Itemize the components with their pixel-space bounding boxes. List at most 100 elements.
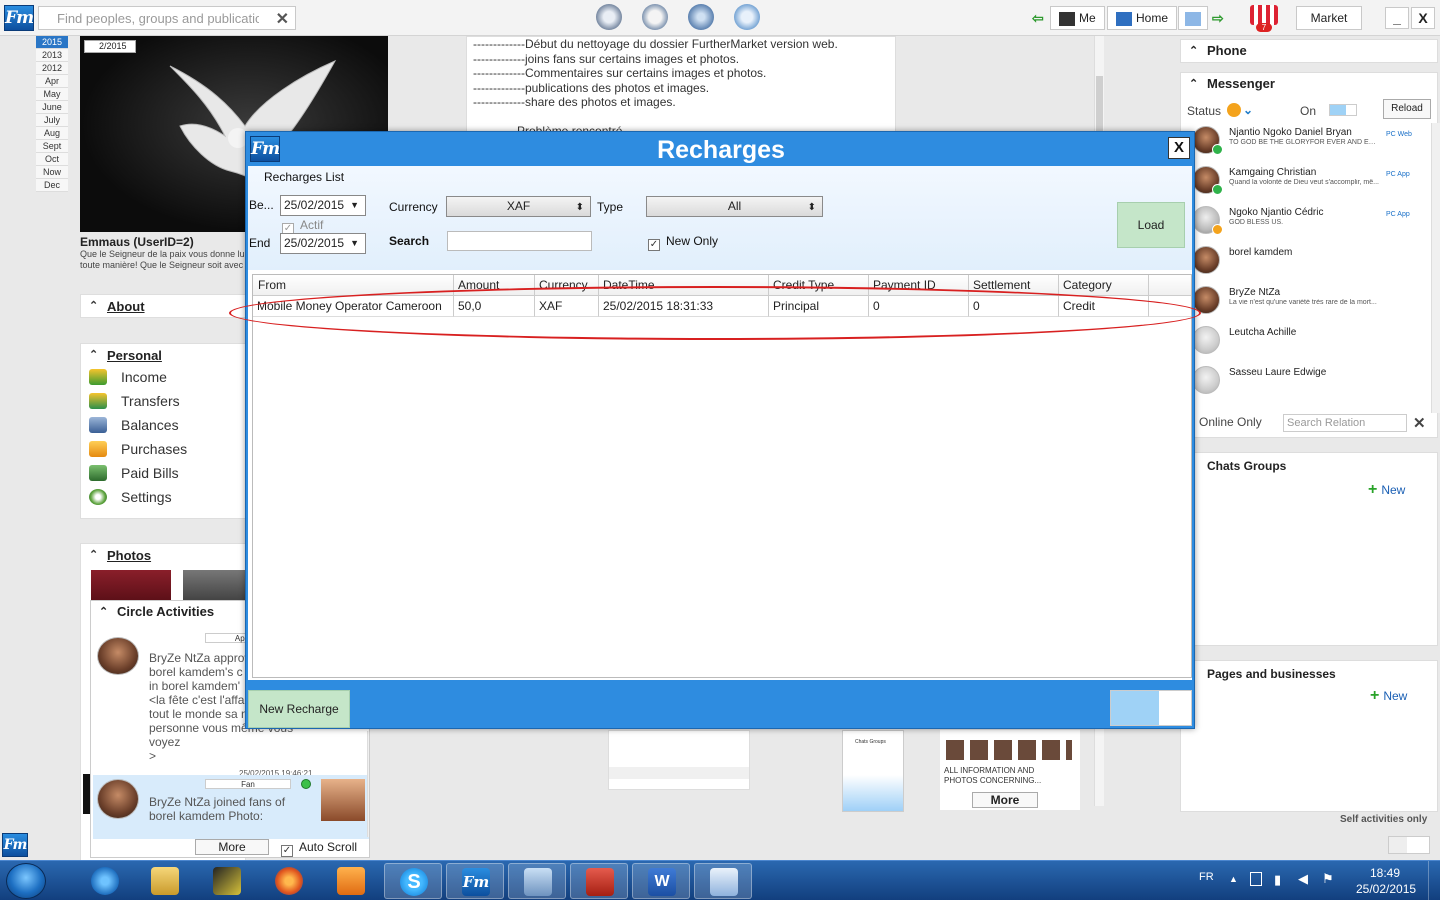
sync-button[interactable] — [1178, 6, 1208, 30]
contact-item[interactable]: BryZe NtZa La vie n'est qu'une variété tr… — [1192, 286, 1432, 326]
collapse-icon[interactable]: ⌃ — [89, 299, 98, 312]
column-header-settlement[interactable]: Settlement — [969, 275, 1059, 296]
status-dropdown-icon[interactable]: ⌄ — [1243, 103, 1253, 117]
search-relation-input[interactable]: Search Relation — [1283, 414, 1407, 432]
activities-scrollbar[interactable] — [367, 731, 369, 837]
taskbar-app-furthermarket[interactable]: Fm — [446, 863, 504, 899]
menu-item-paid-bills[interactable]: Paid Bills — [81, 461, 245, 485]
new-chat-group-link[interactable]: + New — [1368, 481, 1405, 499]
column-header-datetime[interactable]: DateTime — [599, 275, 769, 296]
photos-header[interactable]: ⌃ Photos — [81, 548, 245, 563]
app-logo[interactable]: Fm — [4, 5, 34, 31]
personal-header[interactable]: ⌃ Personal — [81, 348, 245, 363]
new-recharge-button[interactable]: New Recharge — [248, 690, 350, 728]
new-only-checkbox[interactable]: ✓ New Only — [648, 234, 718, 251]
skype-status-icon[interactable] — [596, 4, 622, 30]
volume-icon[interactable]: ◀ — [1298, 871, 1308, 887]
menu-item-transfers[interactable]: Transfers — [81, 389, 245, 413]
timeline-item[interactable]: Apr — [36, 75, 68, 88]
taskbar-app-skype[interactable]: S — [384, 863, 442, 899]
activity-photo-thumbnail[interactable] — [321, 779, 365, 821]
dialog-toggle[interactable] — [1110, 690, 1192, 726]
start-button[interactable] — [6, 863, 46, 899]
forward-arrow-icon[interactable]: ⇨ — [1212, 10, 1224, 27]
column-header-amount[interactable]: Amount — [454, 275, 535, 296]
market-button[interactable]: Market — [1296, 6, 1362, 30]
show-desktop-button[interactable] — [1428, 861, 1440, 900]
back-arrow-icon[interactable]: ⇦ — [1032, 10, 1044, 27]
action-center-flag-icon[interactable]: ⚑ — [1322, 871, 1334, 887]
activity-avatar[interactable] — [97, 779, 139, 819]
activities-more-button[interactable]: More — [195, 839, 269, 855]
column-header-payment-id[interactable]: Payment ID — [869, 275, 969, 296]
globe-icon[interactable] — [642, 4, 668, 30]
clock-time[interactable]: 18:49 — [1370, 866, 1400, 880]
contact-item[interactable]: Leutcha Achille — [1192, 326, 1432, 366]
new-page-link[interactable]: + New — [1370, 687, 1407, 705]
currency-select[interactable]: XAF ⬍ — [446, 196, 591, 217]
close-window-button[interactable]: X — [1411, 7, 1435, 29]
timeline-item[interactable]: May — [36, 88, 68, 101]
contact-item[interactable]: Kamgaing Christian Quand la volonté de Di… — [1192, 166, 1432, 206]
timeline-item[interactable]: 2012 — [36, 62, 68, 75]
info-more-button[interactable]: More — [972, 792, 1038, 808]
photo-strip[interactable] — [946, 740, 1072, 760]
collapse-icon[interactable]: ⌃ — [1189, 73, 1198, 95]
dialog-close-button[interactable]: X — [1168, 137, 1190, 159]
timeline-item[interactable]: Aug — [36, 127, 68, 140]
menu-item-balances[interactable]: Balances — [81, 413, 245, 437]
chats-groups-thumbnail[interactable]: Chats Groups — [842, 730, 904, 812]
minimize-button[interactable]: _ — [1385, 7, 1409, 29]
photo-thumbnail[interactable] — [91, 570, 171, 600]
messenger-header[interactable]: ⌃ Messenger — [1181, 73, 1437, 95]
timeline-item[interactable]: Sept — [36, 140, 68, 153]
collapse-icon[interactable]: ⌃ — [89, 548, 98, 561]
online-only-checkbox[interactable]: Online Only — [1183, 415, 1262, 429]
timeline-item[interactable]: Now — [36, 166, 68, 179]
column-header-from[interactable]: From — [253, 275, 454, 296]
load-button[interactable]: Load — [1117, 202, 1185, 248]
table-row[interactable]: Mobile Money Operator Cameroon 50,0 XAF … — [253, 296, 1191, 317]
contact-item[interactable]: Ngoko Njantio Cédric GOD BLESS US. PC App — [1192, 206, 1432, 246]
me-button[interactable]: Me — [1050, 6, 1105, 30]
taskbar-app-media[interactable] — [322, 863, 380, 899]
type-select[interactable]: All ⬍ — [646, 196, 823, 217]
away-status-icon[interactable] — [1227, 103, 1241, 117]
menu-item-income[interactable]: Income — [81, 365, 245, 389]
contact-item[interactable]: Sasseu Laure Edwige — [1192, 366, 1432, 406]
taskbar-app-tool[interactable] — [198, 863, 256, 899]
taskbar-app-firefox[interactable] — [260, 863, 318, 899]
timeline-item[interactable]: 2015 — [36, 36, 68, 49]
taskbar-app-explorer[interactable] — [136, 863, 194, 899]
begin-date-picker[interactable]: 25/02/2015 ▼ — [280, 195, 366, 216]
column-header-currency[interactable]: Currency — [535, 275, 599, 296]
collapse-icon[interactable]: ⌃ — [89, 348, 98, 361]
status-toggle[interactable] — [1329, 104, 1357, 116]
tray-expand-icon[interactable]: ▲ — [1229, 874, 1238, 884]
battery-icon[interactable] — [1250, 872, 1262, 886]
taskbar-app-control-panel[interactable] — [508, 863, 566, 899]
clear-relation-search-icon[interactable]: ✕ — [1413, 414, 1426, 432]
cart-icon[interactable]: 7 — [1248, 3, 1280, 33]
timeline-item[interactable]: July — [36, 114, 68, 127]
contacts-icon[interactable] — [688, 4, 714, 30]
chat-icon[interactable] — [734, 4, 760, 30]
column-header-credit-type[interactable]: Credit Type — [769, 275, 869, 296]
home-button[interactable]: Home — [1107, 6, 1178, 30]
timeline-item[interactable]: 2013 — [36, 49, 68, 62]
language-indicator[interactable]: FR — [1199, 871, 1214, 883]
taskbar-app-snipping[interactable] — [694, 863, 752, 899]
collapse-icon[interactable]: ⌃ — [1189, 40, 1198, 62]
timeline-item[interactable]: Dec — [36, 179, 68, 192]
contacts-scrollbar[interactable] — [1431, 123, 1440, 413]
about-header[interactable]: ⌃ About — [81, 299, 245, 314]
contact-item[interactable]: Njantio Ngoko Daniel Bryan TO GOD BE THE … — [1192, 126, 1432, 166]
taskbar-app-word[interactable]: W — [632, 863, 690, 899]
menu-item-purchases[interactable]: Purchases — [81, 437, 245, 461]
network-signal-icon[interactable]: ▮ — [1274, 872, 1281, 888]
column-header-category[interactable]: Category — [1059, 275, 1149, 296]
post-card[interactable] — [608, 730, 750, 790]
recharge-search-input[interactable] — [447, 231, 592, 251]
end-date-picker[interactable]: 25/02/2015 ▼ — [280, 233, 366, 254]
bottom-app-logo[interactable]: Fm — [2, 833, 28, 857]
